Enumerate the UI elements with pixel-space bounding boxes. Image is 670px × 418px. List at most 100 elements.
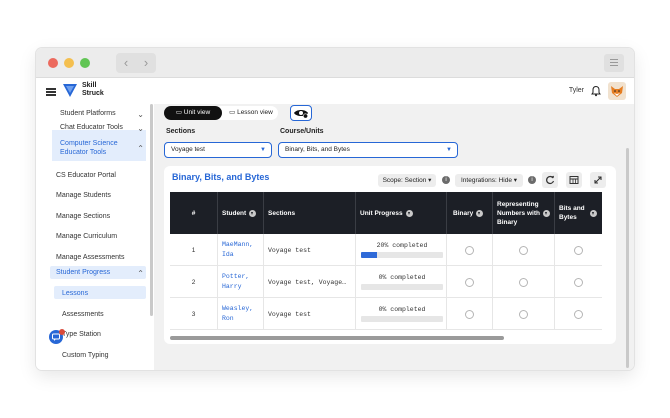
sections-select[interactable]: Voyage test ▼ [164, 142, 272, 158]
sort-icon[interactable] [249, 209, 257, 217]
main-scrollbar[interactable] [626, 148, 629, 368]
sidebar-item-assessments[interactable]: Assessments [62, 311, 146, 318]
sidebar-item-manage-curriculum[interactable]: Manage Curriculum [56, 233, 150, 240]
card-title: Binary, Bits, and Bytes [172, 172, 270, 182]
unit-view-label: Unit view [183, 109, 211, 116]
bell-icon[interactable] [590, 85, 602, 97]
sort-icon[interactable] [476, 209, 484, 217]
window-menu-button[interactable] [604, 54, 624, 72]
lesson-status-radio[interactable] [574, 309, 583, 319]
header-label: Unit Progress [360, 209, 403, 217]
chevron-up-icon: ⌃ [137, 144, 144, 153]
lesson-status-radio[interactable] [465, 309, 474, 319]
integrations-dropdown[interactable]: Integrations: Hide ▾ [455, 174, 523, 187]
lesson-status-radio[interactable] [519, 277, 528, 287]
hamburger-menu-icon[interactable] [46, 88, 56, 96]
table-row: 3 Weasley, Ron Voyage test 0% completed [170, 298, 602, 330]
lesson-view-button[interactable]: ▭ Lesson view [224, 106, 278, 120]
brand-name: Skill Struck [82, 82, 104, 98]
header-label: Bits and Bytes [559, 205, 585, 221]
sidebar-item-manage-students[interactable]: Manage Students [56, 192, 150, 199]
info-icon[interactable]: i [528, 176, 536, 184]
sidebar-item-manage-sections[interactable]: Manage Sections [56, 213, 150, 220]
window-titlebar: ‹ › [36, 48, 634, 78]
sections-select-value: Voyage test [171, 146, 205, 153]
bits-status-cell [555, 266, 602, 298]
student-link[interactable]: MaeMann, Ida [218, 234, 264, 266]
avatar[interactable] [608, 82, 626, 100]
row-sections: Voyage test [264, 234, 356, 266]
student-first-name: Ida [222, 251, 234, 258]
unit-progress-cell: 0% completed [356, 298, 447, 330]
student-link[interactable]: Weasley, Ron [218, 298, 264, 330]
lesson-status-radio[interactable] [465, 245, 474, 255]
sidebar-item-cs-educator-portal[interactable]: CS Educator Portal [56, 172, 150, 179]
header-label: Sections [268, 209, 296, 217]
sidebar-item-manage-assessments[interactable]: Manage Assessments [56, 254, 150, 261]
sections-label: Sections [166, 128, 196, 135]
maximize-window-button[interactable] [80, 58, 90, 68]
table-horizontal-scrollbar[interactable] [170, 336, 504, 340]
sidebar-item-label: CS Educator Portal [56, 172, 116, 179]
sidebar-item-student-platforms[interactable]: Student Platforms ⌄ [60, 110, 146, 119]
table-view-button[interactable] [566, 172, 582, 188]
unit-progress-cell: 0% completed [356, 266, 447, 298]
header-label: Binary [453, 209, 474, 217]
bits-status-cell [555, 234, 602, 266]
lesson-status-radio[interactable] [574, 277, 583, 287]
sort-icon[interactable] [543, 209, 550, 217]
sidebar-item-custom-typing[interactable]: Custom Typing [62, 352, 146, 359]
col-header-bits-and-bytes[interactable]: Bits and Bytes [555, 192, 602, 234]
sidebar-item-chat-educator-tools[interactable]: Chat Educator Tools ⌄ [60, 124, 146, 133]
progress-text: 0% completed [378, 274, 426, 281]
sidebar-item-label: Manage Sections [56, 213, 111, 220]
sidebar-item-cs-educator-tools[interactable]: Computer Science Educator Tools ⌃ [60, 139, 146, 157]
student-link[interactable]: Potter, Harry [218, 266, 264, 298]
header-label: Representing Numbers with Binary [497, 200, 540, 226]
lesson-status-radio[interactable] [519, 245, 528, 255]
forward-icon[interactable]: › [136, 53, 156, 73]
sidebar: Student Platforms ⌄ Chat Educator Tools … [36, 104, 154, 370]
caret-down-icon: ▾ [426, 177, 432, 184]
course-units-label: Course/Units [280, 128, 324, 135]
col-header-representing-numbers[interactable]: Representing Numbers with Binary [493, 192, 555, 234]
sort-icon[interactable] [590, 209, 597, 217]
info-icon[interactable]: i [442, 176, 450, 184]
col-header-unit-progress[interactable]: Unit Progress [356, 192, 447, 234]
visibility-toggle-button[interactable] [290, 105, 312, 121]
sidebar-item-student-progress[interactable]: Student Progress ⌃ [56, 269, 146, 278]
lesson-status-radio[interactable] [519, 309, 528, 319]
course-units-select[interactable]: Binary, Bits, and Bytes ▼ [278, 142, 458, 158]
sidebar-item-label: Lessons [62, 290, 89, 297]
close-window-button[interactable] [48, 58, 58, 68]
unit-view-button[interactable]: ▭ Unit view [164, 106, 222, 120]
bits-status-cell [555, 298, 602, 330]
sort-icon[interactable] [405, 209, 413, 217]
col-header-binary[interactable]: Binary [447, 192, 493, 234]
scope-dropdown[interactable]: Scope: Section ▾ [378, 174, 436, 187]
chevron-up-icon: ⌃ [137, 269, 144, 278]
student-last-name: MaeMann, [222, 241, 254, 248]
refresh-button[interactable] [542, 172, 558, 188]
sidebar-item-label: Computer Science Educator Tools [60, 140, 118, 156]
row-number: 1 [170, 234, 218, 266]
col-header-number: # [170, 192, 218, 234]
lesson-status-radio[interactable] [574, 245, 583, 255]
minimize-window-button[interactable] [64, 58, 74, 68]
sidebar-item-lessons[interactable]: Lessons [62, 290, 146, 297]
col-header-sections: Sections [264, 192, 356, 234]
binary-status-cell [447, 234, 493, 266]
sidebar-scrollbar[interactable] [150, 104, 153, 316]
student-first-name: Harry [222, 283, 242, 290]
back-icon[interactable]: ‹ [116, 53, 136, 73]
row-sections: Voyage test [264, 298, 356, 330]
sidebar-item-type-station[interactable]: Type Station [62, 331, 146, 338]
expand-button[interactable] [590, 172, 606, 188]
lesson-view-label: Lesson view [237, 109, 273, 116]
col-header-student[interactable]: Student [218, 192, 264, 234]
unit-progress-cell: 20% completed [356, 234, 447, 266]
table-icon [569, 176, 579, 184]
main-content: ▭ Unit view ▭ Lesson view Sections Cours… [154, 104, 634, 370]
sidebar-item-label: Manage Assessments [56, 254, 125, 261]
lesson-status-radio[interactable] [465, 277, 474, 287]
